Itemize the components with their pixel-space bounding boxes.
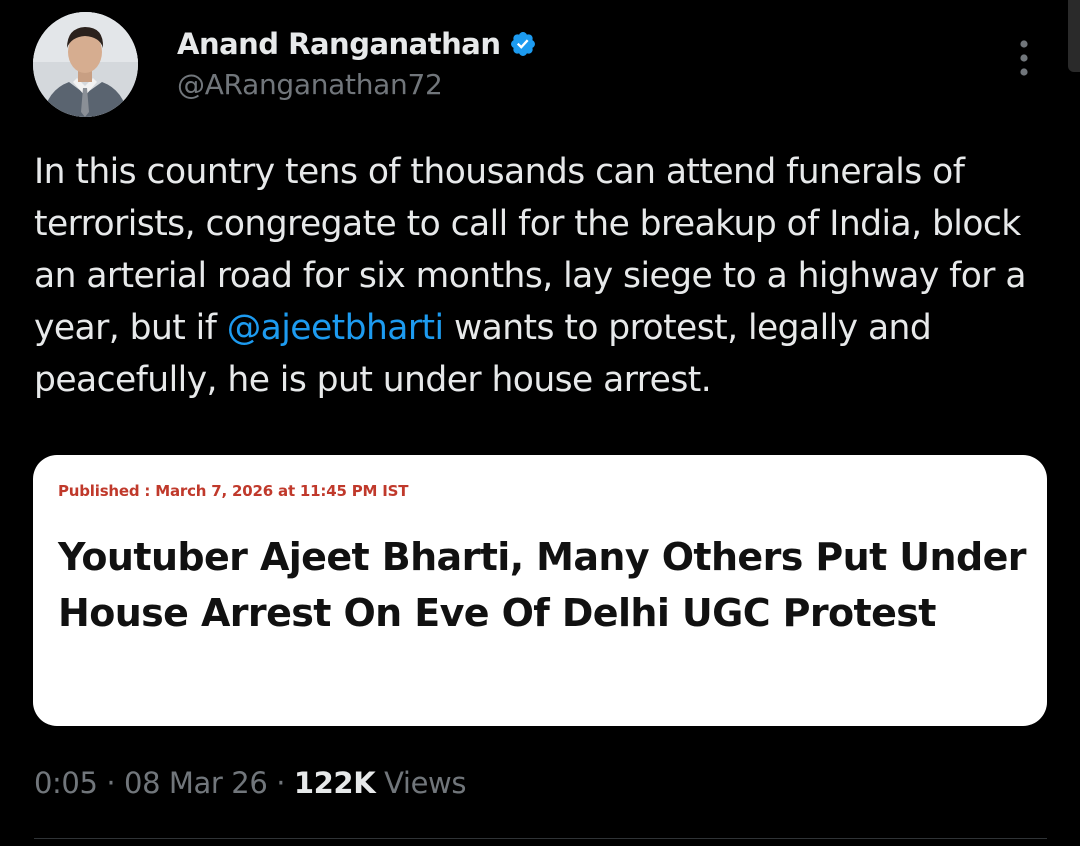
- card-published-date: Published : March 7, 2026 at 11:45 PM IS…: [58, 482, 409, 500]
- tweet-time[interactable]: 0:05: [34, 766, 98, 800]
- tweet: Anand Ranganathan @ARanganathan72 In thi…: [0, 0, 1080, 846]
- scrollbar[interactable]: [1068, 0, 1080, 72]
- views-count: 122K: [293, 766, 376, 800]
- card-headline: Youtuber Ajeet Bharti, Many Others Put U…: [58, 535, 1026, 635]
- mention-link[interactable]: @ajeetbharti: [227, 308, 444, 348]
- tweet-text: In this country tens of thousands can at…: [34, 146, 1054, 406]
- divider: [34, 838, 1047, 839]
- tweet-meta: 0:05 · 08 Mar 26 · 122K Views: [34, 766, 466, 800]
- avatar-photo: [33, 12, 138, 117]
- author-block: Anand Ranganathan @ARanganathan72: [177, 24, 537, 101]
- views-label: Views: [384, 766, 467, 800]
- link-card[interactable]: Published : March 7, 2026 at 11:45 PM IS…: [33, 455, 1047, 726]
- more-options-icon[interactable]: [1013, 38, 1035, 78]
- handle[interactable]: @ARanganathan72: [177, 68, 537, 101]
- verified-badge-icon[interactable]: [509, 30, 537, 58]
- display-name-row: Anand Ranganathan: [177, 24, 537, 64]
- meta-separator: ·: [276, 766, 286, 800]
- meta-separator: ·: [106, 766, 116, 800]
- avatar[interactable]: [33, 12, 138, 117]
- display-name[interactable]: Anand Ranganathan: [177, 27, 501, 61]
- tweet-date[interactable]: 08 Mar 26: [124, 766, 268, 800]
